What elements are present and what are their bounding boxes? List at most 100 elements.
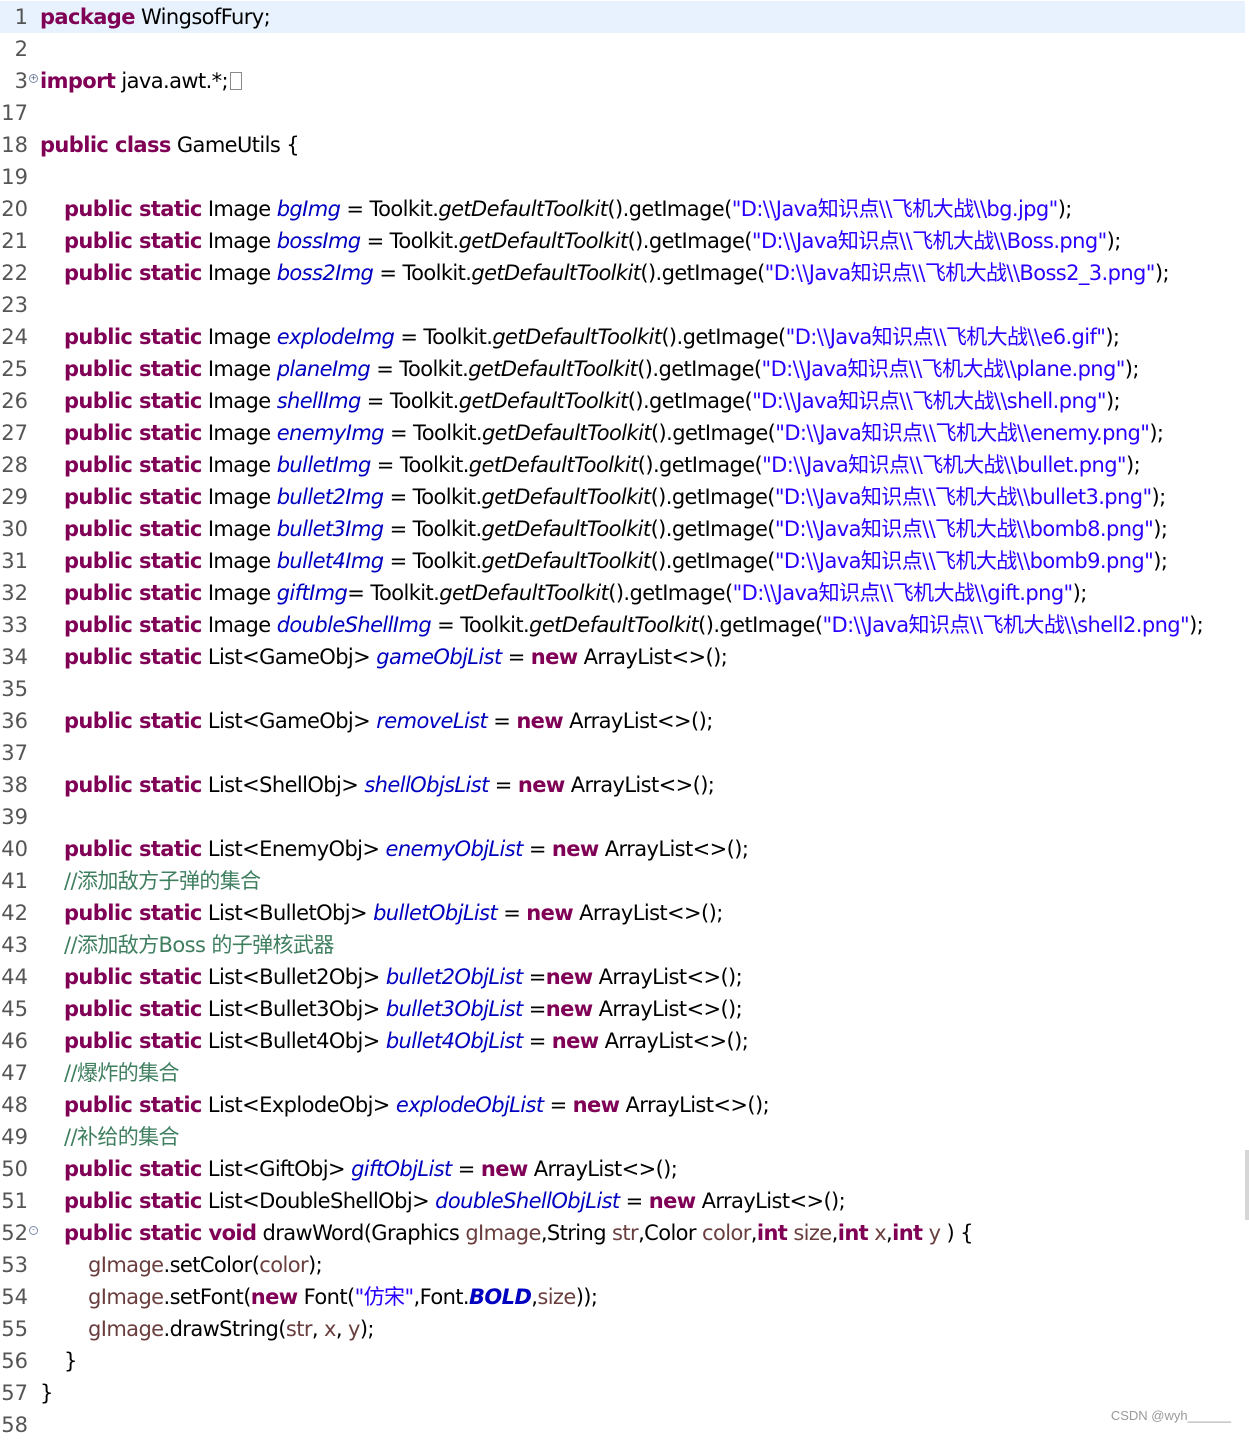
line-number: 53: [1, 1253, 28, 1277]
code-line-33[interactable]: 33 public static Image doubleShellImg = T…: [0, 609, 1249, 641]
keyword: new: [526, 901, 574, 925]
code-token: =: [522, 997, 547, 1021]
code-line-21[interactable]: 21 public static Image bossImg = Toolkit.…: [0, 225, 1249, 257]
method-name: ().getImage(: [650, 517, 776, 541]
code-line-20[interactable]: 20 public static Image bgImg = Toolkit.ge…: [0, 193, 1249, 225]
line-number: 42: [1, 901, 28, 925]
field-name: boss2Img: [276, 261, 374, 285]
code-line-58[interactable]: 58: [0, 1409, 1249, 1441]
code-line-43[interactable]: 43 //添加敌方Boss 的子弹核武器: [0, 929, 1249, 961]
code-line-30[interactable]: 30 public static Image bullet3Img = Toolk…: [0, 513, 1249, 545]
method-name: ().getImage(: [607, 197, 732, 221]
code-line-42[interactable]: 42 public static List<BulletObj> bulletOb…: [0, 897, 1249, 929]
field-name: bgImg: [276, 197, 341, 221]
code-line-46[interactable]: 46 public static List<Bullet4Obj> bullet4…: [0, 1025, 1249, 1057]
line-number-gutter: 38: [0, 769, 32, 801]
code-line-45[interactable]: 45 public static List<Bullet3Obj> bullet3…: [0, 993, 1249, 1025]
code-line-37[interactable]: 37: [0, 737, 1249, 769]
code-line-34[interactable]: 34 public static List<GameObj> gameObjLis…: [0, 641, 1249, 673]
code-line-44[interactable]: 44 public static List<Bullet2Obj> bullet2…: [0, 961, 1249, 993]
line-number-gutter: 20: [0, 193, 32, 225]
folded-imports-marker[interactable]: [230, 72, 243, 90]
code-token: );: [1154, 261, 1170, 285]
code-line-18[interactable]: 18 public class GameUtils {: [0, 129, 1249, 161]
code-line-40[interactable]: 40 public static List<EnemyObj> enemyObjL…: [0, 833, 1249, 865]
code-line-29[interactable]: 29 public static Image bullet2Img = Toolk…: [0, 481, 1249, 513]
expand-fold-icon[interactable]: +: [29, 74, 38, 83]
code-line-39[interactable]: 39: [0, 801, 1249, 833]
code-token: = Toolkit.: [431, 613, 530, 637]
code-line-31[interactable]: 31 public static Image bullet4Img = Toolk…: [0, 545, 1249, 577]
string-literal: "D:\\Java知识点\\飞机大战\\bomb9.png": [774, 549, 1154, 573]
code-line-36[interactable]: 36 public static List<GameObj> removeList…: [0, 705, 1249, 737]
code-comment: //添加敌方子弹的集合: [64, 869, 261, 893]
code-line-24[interactable]: 24 public static Image explodeImg = Toolk…: [0, 321, 1249, 353]
field-name: enemyImg: [276, 421, 385, 445]
code-line-48[interactable]: 48 public static List<ExplodeObj> explode…: [0, 1089, 1249, 1121]
code-token: = Toolkit.: [383, 517, 483, 541]
type-name: Image: [201, 261, 277, 285]
keyword: new: [545, 965, 593, 989]
code-line-19[interactable]: 19: [0, 161, 1249, 193]
code-line-2[interactable]: 2: [0, 33, 1249, 65]
code-line-52[interactable]: 52- public static void drawWord(Graphics …: [0, 1217, 1249, 1249]
code-token: ArrayList<>();: [563, 709, 713, 733]
string-literal: "D:\\Java知识点\\飞机大战\\shell2.png": [822, 613, 1190, 637]
code-line-28[interactable]: 28 public static Image bulletImg = Toolki…: [0, 449, 1249, 481]
method-name: .setFont(: [163, 1285, 252, 1309]
code-line-35[interactable]: 35: [0, 673, 1249, 705]
line-number: 23: [1, 293, 28, 317]
code-line-17[interactable]: 17: [0, 97, 1249, 129]
code-text: public static void drawWord(Graphics gIm…: [64, 1217, 973, 1249]
code-line-41[interactable]: 41 //添加敌方子弹的集合: [0, 865, 1249, 897]
method-name: getDefaultToolkit: [492, 325, 662, 349]
code-line-49[interactable]: 49 //补给的集合: [0, 1121, 1249, 1153]
code-text: public static Image bgImg = Toolkit.getD…: [64, 193, 1072, 225]
line-number-gutter: 46: [0, 1025, 32, 1057]
code-line-53[interactable]: 53 gImage.setColor(color);: [0, 1249, 1249, 1281]
method-name: getDefaultToolkit: [529, 613, 699, 637]
code-token: = Toolkit.: [394, 325, 493, 349]
line-number: 45: [1, 997, 28, 1021]
field-name: giftImg: [276, 581, 348, 605]
keyword: public static: [64, 773, 202, 797]
code-line-56[interactable]: 56}: [0, 1345, 1249, 1377]
code-line-55[interactable]: 55 gImage.drawString(str, x, y);: [0, 1313, 1249, 1345]
code-line-25[interactable]: 25 public static Image planeImg = Toolkit…: [0, 353, 1249, 385]
class-name: GameUtils {: [170, 133, 300, 157]
keyword: public static: [64, 261, 202, 285]
code-line-54[interactable]: 54 gImage.setFont(new Font("仿宋",Font.BOLD…: [0, 1281, 1249, 1313]
field-name: doubleShellObjList: [435, 1189, 620, 1213]
code-line-32[interactable]: 32 public static Image giftImg= Toolkit.g…: [0, 577, 1249, 609]
code-line-50[interactable]: 50 public static List<GiftObj> giftObjLis…: [0, 1153, 1249, 1185]
code-line-22[interactable]: 22 public static Image boss2Img = Toolkit…: [0, 257, 1249, 289]
code-line-27[interactable]: 27 public static Image enemyImg = Toolkit…: [0, 417, 1249, 449]
code-comment: //添加敌方Boss 的子弹核武器: [64, 933, 334, 957]
code-line-26[interactable]: 26 public static Image shellImg = Toolkit…: [0, 385, 1249, 417]
keyword: public static: [64, 453, 202, 477]
code-token: ArrayList<>();: [592, 997, 743, 1021]
code-line-38[interactable]: 38 public static List<ShellObj> shellObjs…: [0, 769, 1249, 801]
line-number-gutter: 27: [0, 417, 32, 449]
code-line-23[interactable]: 23: [0, 289, 1249, 321]
code-editor[interactable]: 1 package WingsofFury; 2 3 + import java.awt.…: [0, 0, 1249, 1437]
code-line-3[interactable]: 3 + import java.awt.*;: [0, 65, 1249, 97]
line-number-gutter: 53: [0, 1249, 32, 1281]
collapse-fold-icon[interactable]: -: [29, 1226, 38, 1235]
code-token: =: [522, 837, 552, 861]
code-text: public static Image bullet3Img = Toolkit…: [64, 513, 1168, 545]
type-name: Image: [201, 549, 277, 573]
string-literal: "D:\\Java知识点\\飞机大战\\enemy.png": [775, 421, 1150, 445]
code-line-57[interactable]: 57}: [0, 1377, 1249, 1409]
code-line-47[interactable]: 47 //爆炸的集合: [0, 1057, 1249, 1089]
code-text: }: [40, 1377, 53, 1409]
vertical-scrollbar-thumb[interactable]: [1245, 1150, 1249, 1220]
type-name: Image: [201, 453, 277, 477]
method-name: ().getImage(: [627, 389, 753, 413]
code-token: ArrayList<>();: [577, 645, 728, 669]
code-line-51[interactable]: 51 public static List<DoubleShellObj> dou…: [0, 1185, 1249, 1217]
field-name: bullet4ObjList: [385, 1029, 523, 1053]
code-token: );: [1072, 581, 1088, 605]
line-number-gutter: 34: [0, 641, 32, 673]
code-line-1[interactable]: 1 package WingsofFury;: [0, 1, 1245, 33]
